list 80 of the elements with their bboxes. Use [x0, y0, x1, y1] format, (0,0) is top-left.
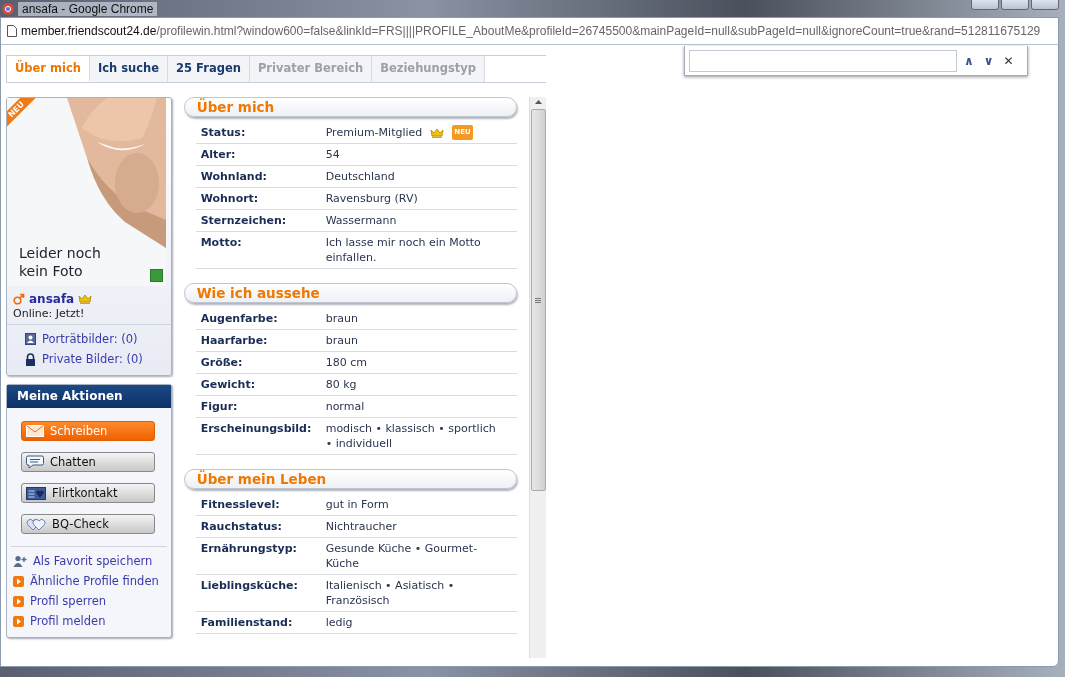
field-value: normal [325, 399, 366, 414]
scrollbar[interactable] [529, 97, 546, 658]
field-value: braun [325, 311, 359, 326]
field-label: Sternzeichen: [200, 213, 288, 228]
action-button[interactable]: Chatten [21, 452, 155, 472]
field-value: 80 kg [325, 377, 358, 392]
play-icon [13, 595, 24, 607]
male-icon [13, 293, 25, 305]
close-button[interactable] [1031, 0, 1059, 10]
field-value: gut in Form [325, 497, 390, 512]
action-button[interactable]: Flirtkontakt [21, 483, 155, 503]
previous-match-button[interactable]: ∧ [961, 53, 977, 68]
scroll-thumb[interactable] [530, 109, 546, 491]
field-label: Ernährungstyp: [200, 541, 298, 557]
next-match-button[interactable]: ∨ [980, 53, 997, 68]
username[interactable]: ansafa [29, 292, 75, 306]
field-label: Alter: [200, 147, 237, 162]
tab[interactable]: Ich suche [90, 56, 169, 82]
close-button[interactable]: ✕ [1000, 53, 1017, 68]
field-value: Ravensburg (RV) [325, 191, 419, 206]
field-label: Erscheinungsbild: [200, 421, 313, 437]
section-title: Über mein Leben [183, 469, 517, 489]
field-value: 54 [325, 147, 341, 162]
page-icon [7, 25, 17, 37]
field-value: Premium-Mitglied [325, 125, 423, 140]
field-label: Gewicht: [200, 377, 257, 392]
online-status: Online: Jetzt! [7, 306, 171, 325]
field-label: Familienstand: [200, 615, 294, 630]
field-label: Fitnesslevel: [200, 497, 281, 512]
add-person-icon [13, 555, 27, 567]
find-field[interactable] [689, 49, 957, 72]
heart-card-icon [26, 486, 46, 500]
field-value: 180 cm [325, 355, 368, 370]
address-bar[interactable]: member.friendscout24.de/profilewin.html?window600=false&linkId=FRS||||PROFILE_AboutMe&profileId=26745500&mainPageId=null&subPageId=null&ignoreCount=true&rand=512811675129 [1, 18, 1058, 45]
window-title: ansafa - Google Chrome [18, 1, 158, 16]
field-value: Nichtraucher [325, 519, 398, 534]
field-value: braun [325, 333, 359, 348]
play-icon [13, 575, 24, 587]
hearts-icon [26, 517, 46, 531]
action-link[interactable]: Als Favorit speichern [7, 551, 171, 571]
field-label: Lieblingsküche: [200, 578, 299, 594]
field-value: Deutschland [325, 169, 396, 184]
url-path: /profilewin.html?window600=false&linkId=FRS||||PROFILE_AboutMe&profileId=26745500&mainPageId=null&subPageId=null&ignoreCount=true&rand=512811675129 [156, 24, 1041, 38]
field-label: Figur: [200, 399, 239, 414]
field-label: Status: [200, 125, 247, 140]
field-label: Rauchstatus: [200, 519, 283, 534]
action-link[interactable]: Ähnliche Profile finden [7, 571, 171, 591]
field-label: Wohnort: [200, 191, 260, 206]
maximize-button[interactable] [1001, 0, 1029, 10]
field-value: modisch • klassisch • sportlich • individuell [325, 421, 497, 451]
grip-icon [535, 297, 541, 303]
play-icon [13, 615, 24, 627]
photo-link[interactable]: Porträtbilder: (0) [7, 329, 171, 349]
field-label: Größe: [200, 355, 244, 370]
panel-title: Meine Aktionen [7, 385, 171, 408]
portrait-icon [25, 333, 36, 345]
minimize-button[interactable] [971, 0, 999, 10]
browser-icon [2, 2, 14, 15]
field-value: Ich lasse mir noch ein Motto einfallen. [325, 235, 482, 265]
action-link[interactable]: Profil sperren [7, 591, 171, 611]
photo-caption: Leider noch kein Foto [19, 244, 102, 280]
field-label: Motto: [200, 235, 243, 251]
scroll-up-icon[interactable] [534, 100, 542, 104]
field-label: Wohnland: [200, 169, 268, 184]
photo-link[interactable]: Private Bilder: (0) [7, 349, 171, 369]
envelope-icon [26, 425, 44, 437]
field-value: Italienisch • Asiatisch • Französisch [325, 578, 456, 608]
tab[interactable]: 25 Fragen [168, 56, 250, 82]
section-title: Wie ich aussehe [183, 283, 517, 303]
action-link[interactable]: Profil melden [7, 611, 171, 631]
lock-icon [25, 352, 36, 366]
field-value: Wassermann [325, 213, 398, 228]
action-button[interactable]: BQ-Check [21, 514, 155, 534]
field-value: ledig [325, 615, 354, 630]
url-host: member.friendscout24.de [21, 24, 157, 38]
field-value: Gesunde Küche • Gourmet-Küche [325, 541, 479, 571]
field-label: Haarfarbe: [200, 333, 269, 348]
speech-bubble-icon [26, 455, 44, 469]
section-title: Über mich [183, 97, 517, 117]
field-label: Augenfarbe: [200, 311, 279, 326]
